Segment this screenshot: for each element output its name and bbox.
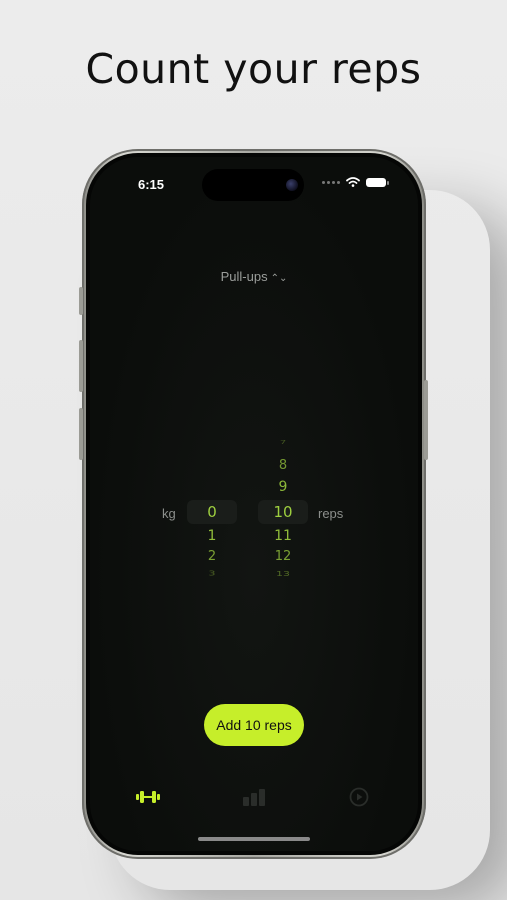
reps-wheel-item[interactable]: 12 bbox=[258, 549, 308, 564]
exercise-picker[interactable]: Pull-ups ⌃⌄ bbox=[90, 269, 418, 284]
reps-wheel-item[interactable]: 11 bbox=[258, 528, 308, 544]
weight-wheel-selected[interactable]: 0 bbox=[187, 503, 237, 521]
volume-up-button bbox=[79, 340, 83, 392]
chevron-up-down-icon: ⌃⌄ bbox=[270, 273, 288, 284]
camera-lens bbox=[286, 179, 298, 191]
weight-wheel-item[interactable]: 1 bbox=[187, 528, 237, 544]
tab-timer[interactable] bbox=[344, 785, 374, 809]
tab-stats[interactable] bbox=[239, 785, 269, 809]
status-indicators bbox=[322, 177, 389, 187]
bar-chart-icon bbox=[243, 789, 265, 806]
mute-switch bbox=[79, 287, 83, 315]
home-indicator bbox=[198, 837, 310, 841]
add-reps-button[interactable]: Add 10 reps bbox=[204, 704, 304, 746]
battery-icon bbox=[366, 177, 389, 187]
weight-wheel-item[interactable]: 3 bbox=[187, 570, 237, 578]
status-time: 6:15 bbox=[138, 177, 165, 192]
reps-wheel-item[interactable]: 7 bbox=[258, 439, 308, 445]
tab-bar bbox=[90, 785, 418, 809]
reps-wheel-item[interactable]: 8 bbox=[258, 458, 308, 473]
exercise-label: Pull-ups bbox=[220, 269, 268, 284]
power-button bbox=[424, 380, 428, 460]
play-circle-icon bbox=[349, 787, 369, 807]
wifi-icon bbox=[346, 177, 360, 187]
dynamic-island bbox=[202, 169, 304, 201]
dumbbell-icon bbox=[136, 791, 160, 803]
weight-unit-label: kg bbox=[162, 506, 176, 521]
reps-unit-label: reps bbox=[318, 506, 344, 521]
reps-wheel-item[interactable]: 13 bbox=[258, 569, 308, 577]
weight-wheel-item[interactable]: 2 bbox=[187, 549, 237, 564]
headline: Count your reps bbox=[85, 45, 422, 93]
signal-icon bbox=[322, 180, 340, 184]
volume-down-button bbox=[79, 408, 83, 460]
app-screen: 6:15 Pull-ups ⌃⌄ kg 0 1 2 3 7 8 9 10 11 1… bbox=[90, 157, 418, 851]
reps-wheel-selected[interactable]: 10 bbox=[258, 503, 308, 521]
tab-workout[interactable] bbox=[133, 785, 163, 809]
reps-wheel-item[interactable]: 9 bbox=[258, 479, 308, 495]
